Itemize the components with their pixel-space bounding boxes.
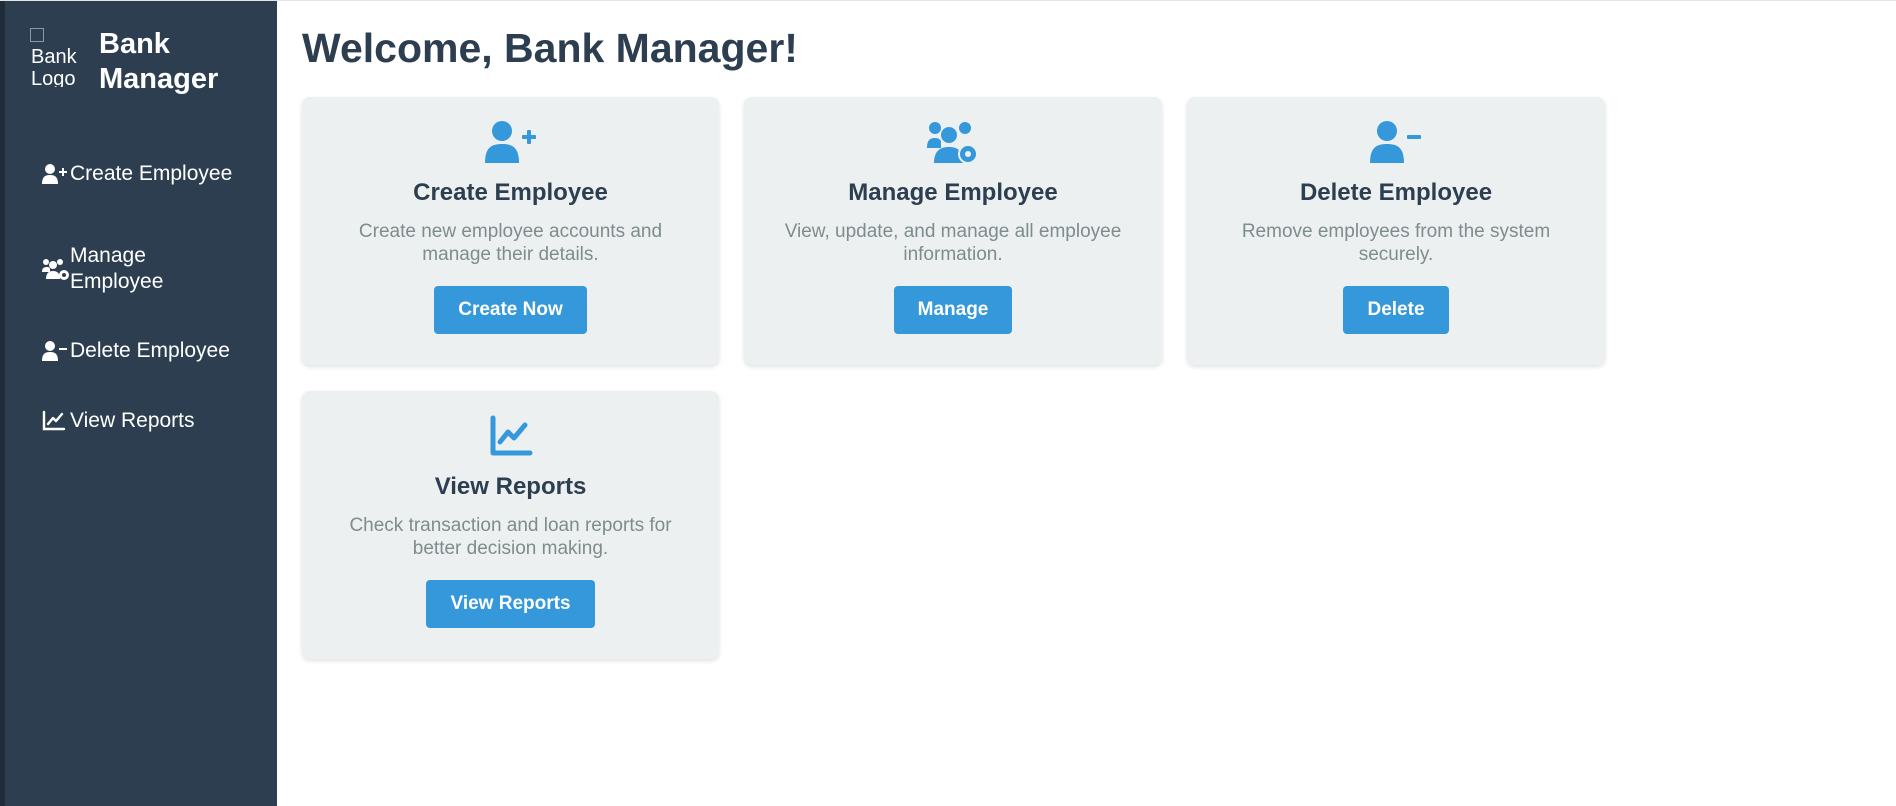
top-divider bbox=[0, 0, 1896, 1]
main-content: Welcome, Bank Manager! Create Employee C… bbox=[277, 0, 1896, 806]
page-title: Welcome, Bank Manager! bbox=[302, 25, 798, 71]
sidebar-item-create-employee[interactable]: Create Employee bbox=[5, 148, 277, 200]
sidebar-item-label: Delete Employee bbox=[70, 339, 230, 362]
card-description: Check transaction and loan reports for b… bbox=[349, 515, 672, 559]
create-now-button[interactable]: Create Now bbox=[434, 286, 587, 334]
delete-button[interactable]: Delete bbox=[1343, 286, 1449, 334]
sidebar: Bank Logo Bank Manager Create Employee M… bbox=[0, 0, 277, 806]
card-title: Manage Employee bbox=[848, 179, 1058, 206]
sidebar-item-label: View Reports bbox=[70, 409, 195, 432]
user-plus-icon bbox=[302, 119, 719, 165]
card-manage-employee: Manage Employee View, update, and manage… bbox=[744, 97, 1162, 365]
card-description: View, update, and manage all employee in… bbox=[784, 221, 1122, 265]
brand: Bank Logo Bank Manager bbox=[5, 0, 277, 98]
sidebar-item-label: Create Employee bbox=[70, 162, 233, 185]
users-cog-icon bbox=[42, 256, 70, 282]
card-title: Create Employee bbox=[413, 179, 608, 206]
card-grid: Create Employee Create new employee acco… bbox=[302, 97, 1896, 659]
user-minus-icon bbox=[42, 338, 70, 364]
view-reports-button[interactable]: View Reports bbox=[426, 580, 595, 628]
card-title: Delete Employee bbox=[1299, 179, 1493, 206]
sidebar-nav: Create Employee Manage Employee Delete E… bbox=[5, 148, 277, 434]
app-page: Bank Logo Bank Manager Create Employee M… bbox=[0, 0, 1896, 806]
user-plus-icon bbox=[42, 161, 70, 187]
card-view-reports: View Reports Check transaction and loan … bbox=[302, 391, 719, 659]
chart-line-icon bbox=[42, 408, 70, 434]
card-description: Create new employee accounts and manage … bbox=[358, 221, 663, 265]
card-title: View Reports bbox=[434, 473, 587, 500]
bank-logo: Bank Logo bbox=[29, 27, 81, 87]
manage-button[interactable]: Manage bbox=[893, 286, 1013, 334]
sidebar-item-delete-employee[interactable]: Delete Employee bbox=[5, 338, 277, 364]
logo-alt-text: Bank Logo bbox=[31, 46, 77, 87]
user-minus-icon bbox=[1187, 119, 1605, 165]
sidebar-item-view-reports[interactable]: View Reports bbox=[5, 408, 277, 434]
card-delete-employee: Delete Employee Remove employees from th… bbox=[1187, 97, 1605, 365]
card-create-employee: Create Employee Create new employee acco… bbox=[302, 97, 719, 365]
users-cog-icon bbox=[744, 119, 1162, 165]
broken-image-icon bbox=[30, 28, 44, 42]
sidebar-item-label: Manage Employee bbox=[70, 244, 164, 293]
sidebar-item-manage-employee[interactable]: Manage Employee bbox=[5, 243, 277, 295]
brand-title: Bank Manager bbox=[99, 28, 219, 95]
card-description: Remove employees from the system securel… bbox=[1241, 221, 1551, 265]
chart-line-icon bbox=[302, 413, 719, 459]
